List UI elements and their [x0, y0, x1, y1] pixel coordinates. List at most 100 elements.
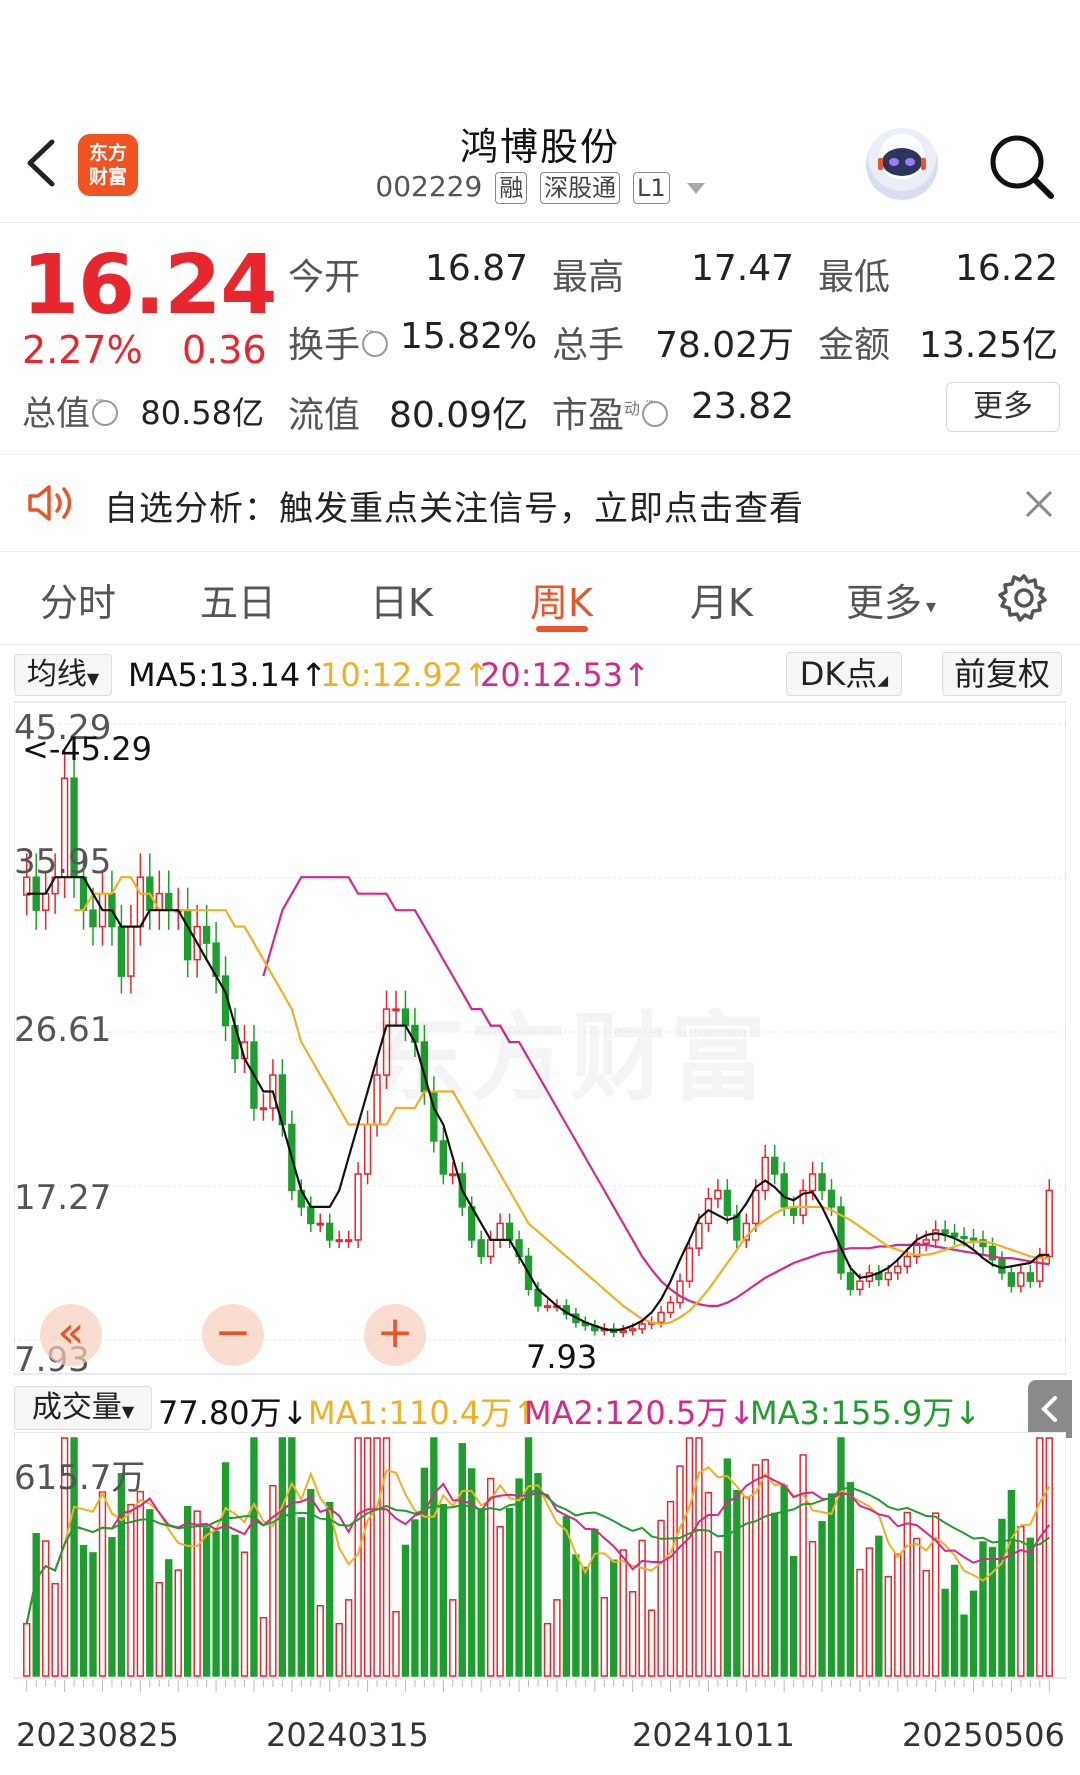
volume-bar	[439, 1503, 448, 1677]
ma5-value: MA5:13.14↑	[128, 656, 327, 694]
ma5-text: MA5:13.14	[128, 656, 301, 694]
volume-bar	[41, 1540, 50, 1677]
volume-indicator-select[interactable]: 成交量▼	[14, 1386, 152, 1430]
robot-assistant-icon[interactable]	[866, 128, 938, 200]
chevron-left-icon	[1041, 1396, 1057, 1422]
volume-bar	[392, 1610, 400, 1677]
tab-weekly-k[interactable]: 周K	[530, 572, 593, 627]
volume-bar	[184, 1505, 192, 1677]
volume-bar	[496, 1525, 504, 1677]
candle-body	[496, 1222, 504, 1241]
pe-label[interactable]: 市盈动	[552, 386, 669, 438]
tab-intraday[interactable]: 分时	[40, 572, 116, 627]
watermark: 东方财富	[370, 980, 770, 1119]
tab-daily-k[interactable]: 日K	[370, 572, 433, 627]
volume-bar	[335, 1622, 343, 1677]
candle-body	[41, 892, 50, 911]
candle-body	[1017, 1272, 1025, 1287]
volume-bar	[610, 1559, 618, 1677]
max-price-marker: <-45.29	[22, 730, 152, 768]
vol-ma2-value: MA2:120.5万↓	[524, 1388, 755, 1434]
tab-five-day[interactable]: 五日	[200, 572, 276, 627]
tab-monthly-k[interactable]: 月K	[690, 572, 753, 627]
x-tick-label: 20241011	[632, 1716, 795, 1754]
candle-body	[439, 1140, 448, 1175]
volume-bar	[307, 1489, 315, 1677]
change-amount: 0.36	[182, 328, 267, 372]
pe-value: 23.82	[690, 386, 794, 427]
candle-body	[165, 892, 173, 911]
volume-bar	[193, 1510, 201, 1677]
candle-body	[184, 909, 192, 961]
volume-bar	[752, 1464, 760, 1677]
indicator-select[interactable]: 均线▼	[14, 654, 112, 696]
active-tab-indicator	[536, 626, 588, 632]
volume-bar	[420, 1467, 429, 1677]
volume-bar	[32, 1532, 40, 1677]
y-tick-label: 26.61	[14, 1010, 112, 1050]
dk-point-button[interactable]: DK点◢	[786, 652, 902, 696]
scroll-left-button[interactable]: «	[40, 1304, 102, 1366]
volume-bar	[344, 1599, 353, 1677]
zoom-out-button[interactable]: −	[202, 1304, 264, 1366]
open-label: 今开	[288, 257, 361, 298]
candle-body	[354, 1173, 362, 1241]
candle-body	[1026, 1272, 1035, 1282]
high-value: 17.47	[690, 248, 794, 289]
pe-label-text: 市盈	[552, 395, 625, 436]
collapse-panel-button[interactable]	[1028, 1380, 1072, 1438]
candle-body	[818, 1173, 826, 1192]
volume-bar	[553, 1599, 561, 1677]
turnover-value: 15.82%	[400, 316, 538, 357]
volume-bar	[960, 1614, 968, 1677]
candle-body	[307, 1206, 315, 1225]
tab-more[interactable]: 更多 ▾	[846, 572, 936, 627]
candle-body	[316, 1222, 324, 1226]
candle-body	[827, 1189, 836, 1208]
candle-body	[931, 1229, 940, 1241]
volume-bar	[998, 1518, 1006, 1677]
volume-bar	[117, 1473, 126, 1677]
candle-body	[543, 1305, 552, 1309]
market-cap-value: 80.58亿	[140, 394, 264, 432]
candle-body	[344, 1239, 353, 1243]
volume-bar	[1026, 1537, 1035, 1677]
volume-bar	[685, 1437, 694, 1677]
volume-bar	[808, 1540, 817, 1677]
volume-bar	[127, 1503, 135, 1677]
volume-bar	[212, 1530, 220, 1677]
volume-bar	[572, 1554, 580, 1677]
settings-gear-icon[interactable]	[998, 572, 1050, 624]
more-quote-button[interactable]: 更多	[946, 382, 1060, 432]
info-icon[interactable]	[362, 324, 389, 357]
volume-bar	[600, 1596, 608, 1677]
info-icon[interactable]	[642, 394, 669, 427]
turnover-label[interactable]: 换手	[288, 316, 389, 368]
notice-bar[interactable]: 自选分析：触发重点关注信号，立即点击查看	[0, 454, 1080, 552]
volume-bar	[780, 1484, 788, 1677]
vol-ma1-value: MA1:110.4万↑	[308, 1388, 539, 1434]
adjust-button[interactable]: 前复权	[942, 652, 1062, 696]
search-icon[interactable]	[985, 130, 1057, 202]
candle-body	[666, 1301, 675, 1314]
volume-max-label: 615.7万	[14, 1458, 146, 1498]
vol-ma2-text: MA2:120.5万	[524, 1394, 729, 1432]
volume-bar	[657, 1519, 665, 1677]
volume-bar	[818, 1521, 826, 1677]
close-icon[interactable]	[1024, 489, 1054, 519]
candle-body	[761, 1156, 769, 1192]
info-icon[interactable]	[92, 393, 118, 426]
volume-bar	[875, 1535, 883, 1677]
min-price-marker: 7.93	[526, 1338, 598, 1376]
volume-chart[interactable]	[14, 1432, 1066, 1680]
low-label: 最低	[818, 257, 891, 298]
candle-body	[733, 1214, 741, 1241]
volume-bar	[79, 1544, 88, 1677]
ma20-value: 20:12.53↑	[480, 656, 650, 694]
x-axis-ticks	[26, 1680, 1050, 1692]
volume-bar	[903, 1511, 911, 1677]
market-cap-label[interactable]: 总值	[22, 386, 118, 435]
zoom-in-button[interactable]: +	[364, 1304, 426, 1366]
volume-bar	[155, 1581, 163, 1677]
volume-bar	[979, 1541, 987, 1677]
